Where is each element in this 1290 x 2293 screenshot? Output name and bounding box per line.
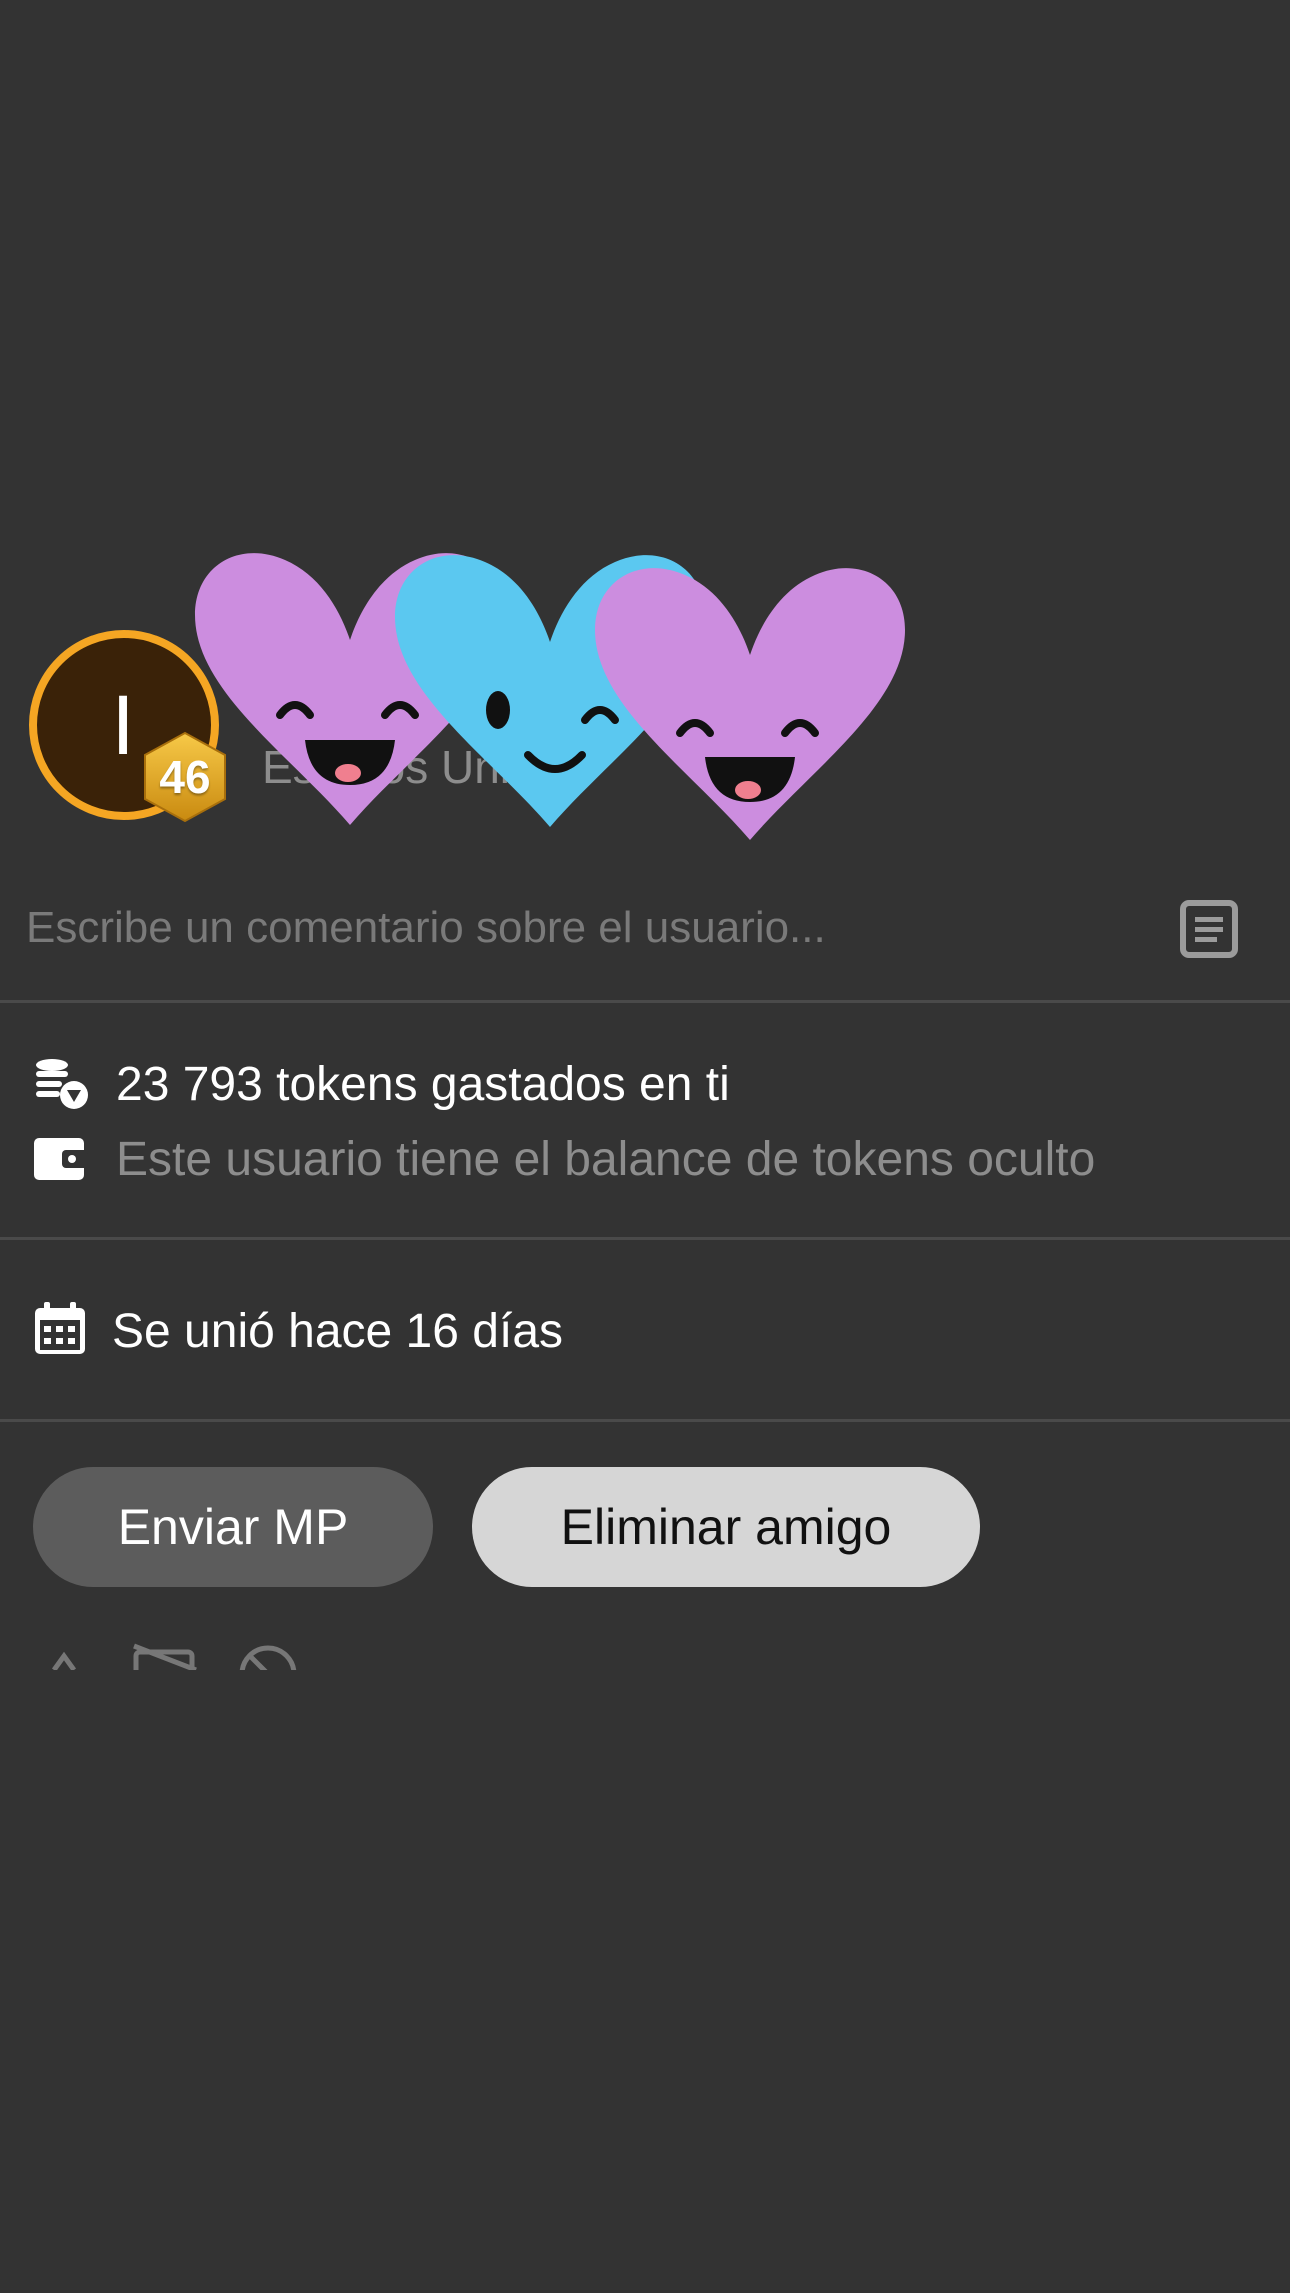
hearts-sticker xyxy=(195,553,905,840)
avatar-initial: I xyxy=(111,678,135,772)
coins-icon xyxy=(32,1055,90,1113)
comment-input[interactable] xyxy=(26,895,1146,961)
joined-text: Se unió hace 16 días xyxy=(112,1305,564,1358)
card-muted-icon[interactable] xyxy=(133,1643,197,1670)
remove-friend-button[interactable]: Eliminar amigo xyxy=(472,1467,980,1587)
tokens-balance-hidden-text: Este usuario tiene el balance de tokens … xyxy=(116,1133,1096,1186)
divider xyxy=(0,1237,1290,1240)
note-icon xyxy=(1180,900,1238,958)
send-pm-button[interactable]: Enviar MP xyxy=(33,1467,433,1587)
calendar-icon xyxy=(31,1300,89,1358)
heart-laughing-icon xyxy=(595,568,905,840)
chevron-up-icon[interactable] xyxy=(51,1651,77,1670)
divider xyxy=(0,1419,1290,1422)
bottom-icons-row xyxy=(40,1640,320,1670)
tokens-spent-text: 23 793 tokens gastados en ti xyxy=(116,1058,730,1111)
divider xyxy=(0,1000,1290,1003)
block-icon[interactable] xyxy=(239,1645,297,1670)
wallet-icon xyxy=(32,1130,90,1188)
note-button[interactable] xyxy=(1180,900,1238,958)
